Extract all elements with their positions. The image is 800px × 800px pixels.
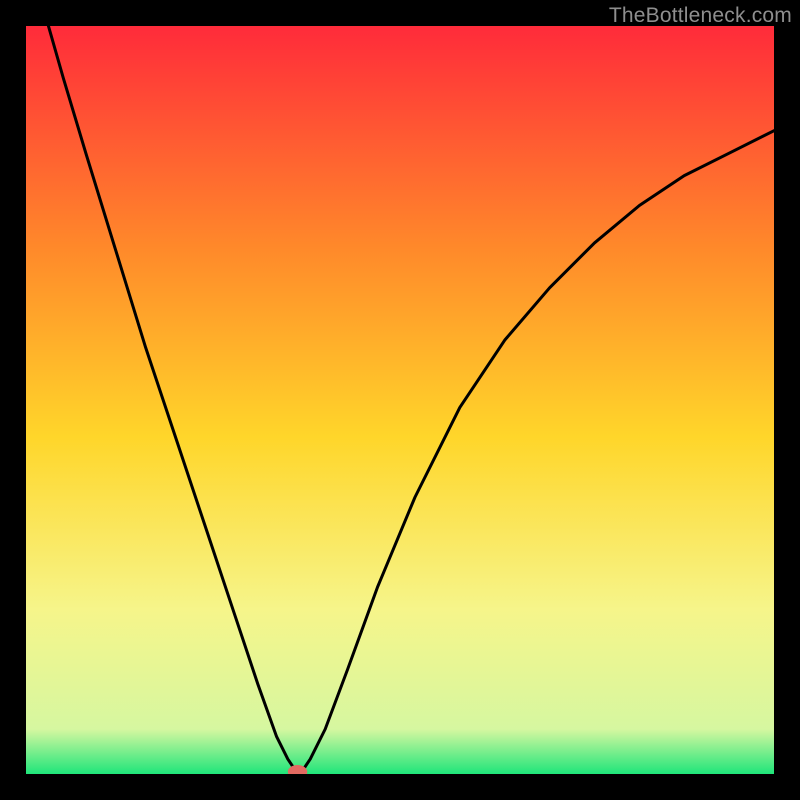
chart-plot [26, 26, 774, 774]
gradient-background [26, 26, 774, 774]
chart-frame [26, 26, 774, 774]
attribution-label: TheBottleneck.com [609, 4, 792, 28]
